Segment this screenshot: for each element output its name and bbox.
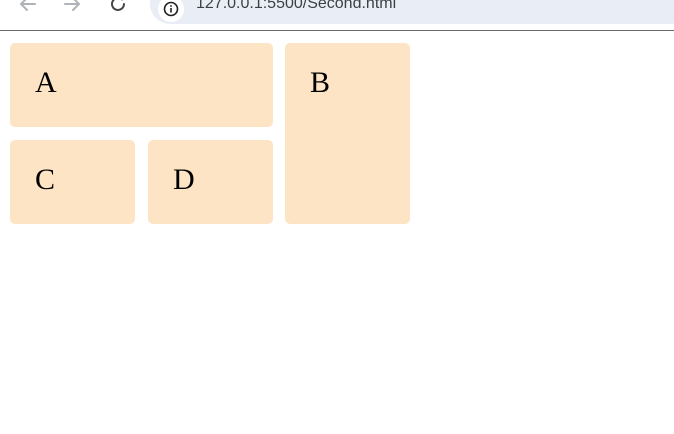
forward-button[interactable] — [60, 0, 84, 16]
address-bar[interactable]: 127.0.0.1:5500/Second.html — [150, 0, 674, 24]
box-d: D — [148, 140, 273, 224]
url-text[interactable]: 127.0.0.1:5500/Second.html — [196, 0, 396, 13]
box-c-label: C — [35, 163, 56, 196]
arrow-left-icon — [20, 0, 36, 11]
box-a: A — [10, 43, 273, 127]
box-b-label: B — [310, 66, 331, 99]
box-d-label: D — [173, 163, 195, 196]
reload-icon — [111, 0, 125, 11]
box-a-label: A — [35, 66, 57, 99]
reload-button[interactable] — [106, 0, 130, 16]
page-content: A B C D — [0, 32, 674, 434]
box-c: C — [10, 140, 135, 224]
site-info-button[interactable] — [158, 0, 184, 22]
browser-toolbar: 127.0.0.1:5500/Second.html — [0, 0, 674, 31]
info-icon — [163, 1, 179, 17]
box-b: B — [285, 43, 410, 224]
arrow-right-icon — [64, 0, 80, 11]
back-button[interactable] — [16, 0, 40, 16]
